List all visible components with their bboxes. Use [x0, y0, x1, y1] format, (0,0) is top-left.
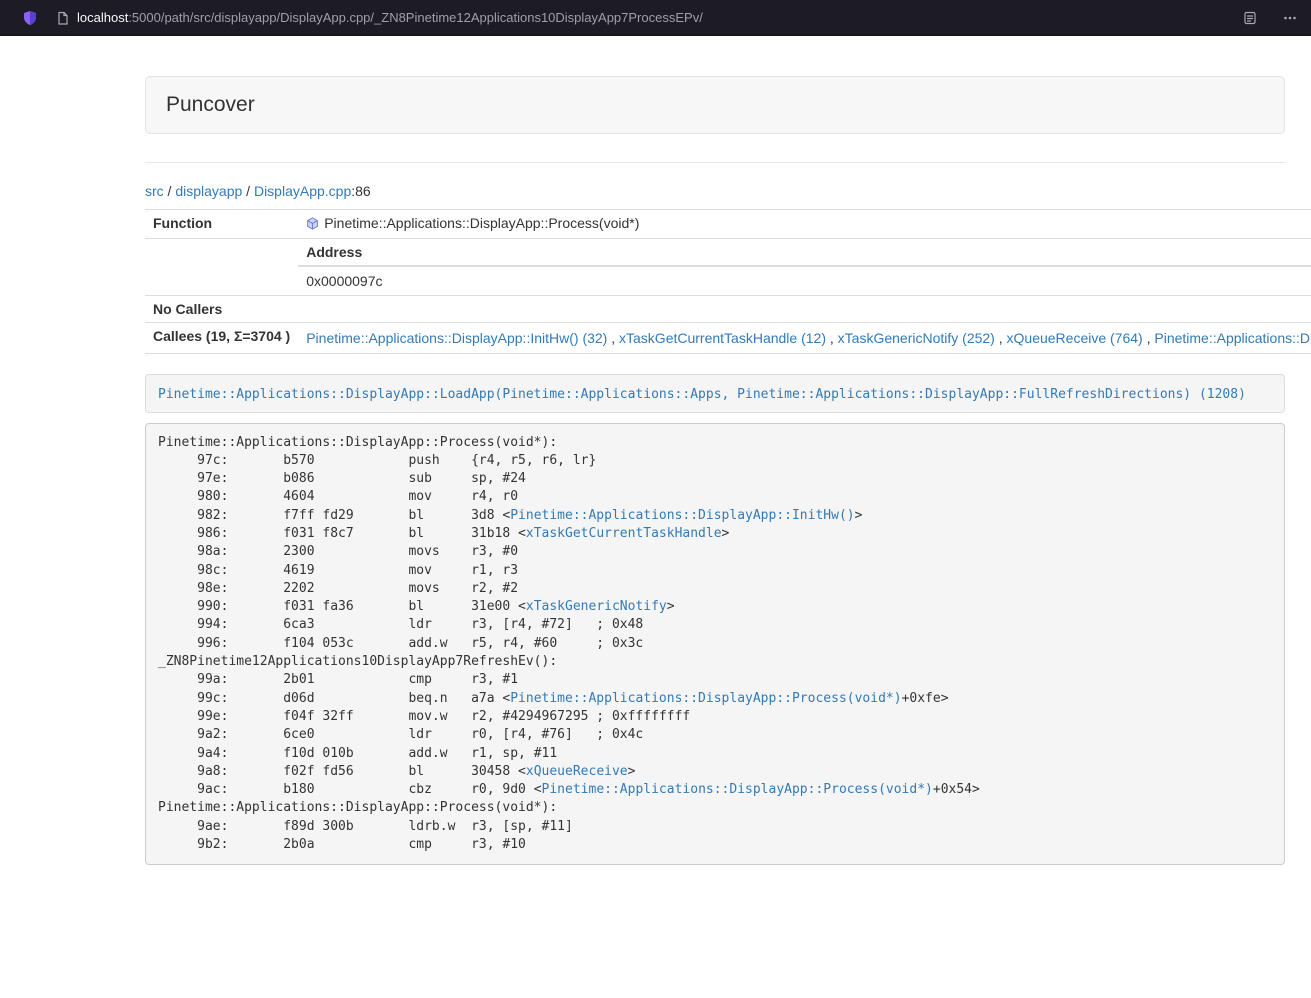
callee-link[interactable]: Pinetime::Applications::DisplayApp::Init…: [306, 330, 607, 346]
browser-toolbar: localhost:5000/path/src/displayapp/Displ…: [0, 0, 1311, 36]
assembly-symbol-link[interactable]: xQueueReceive: [526, 764, 628, 779]
detail-header-row: Address Remarks Stack Code Static: [298, 239, 1311, 266]
empty-label-cell: [145, 238, 298, 295]
function-name: Pinetime::Applications::DisplayApp::Proc…: [324, 215, 639, 231]
function-row: Function Pinetime::Applications::Display…: [145, 210, 1311, 239]
breadcrumb-link-displayapp[interactable]: displayapp: [175, 183, 242, 199]
callees-list: Pinetime::Applications::DisplayApp::Init…: [298, 322, 1311, 353]
address-value: 0x0000097c: [298, 266, 1311, 295]
callees-label: Callees (19, Σ=3704 ): [145, 322, 298, 353]
page-title: Puncover: [166, 93, 1264, 117]
breadcrumb-link-src[interactable]: src: [145, 183, 164, 199]
overflow-menu-icon[interactable]: [1283, 11, 1297, 25]
page-container: Puncover src / displayapp / DisplayApp.c…: [145, 76, 1285, 865]
callee-link[interactable]: xTaskGetCurrentTaskHandle (12): [619, 330, 826, 346]
reader-view-icon[interactable]: [1243, 11, 1257, 25]
url-text: localhost:5000/path/src/displayapp/Displ…: [77, 10, 703, 25]
assembly-symbol-link[interactable]: xTaskGetCurrentTaskHandle: [526, 526, 722, 541]
toolbar-actions: [1243, 11, 1301, 25]
callees-row: Callees (19, Σ=3704 ) Pinetime::Applicat…: [145, 322, 1311, 353]
callee-link[interactable]: xTaskGenericNotify (252): [838, 330, 995, 346]
breadcrumb-link-file[interactable]: DisplayApp.cpp: [254, 183, 351, 199]
assembly-symbol-link[interactable]: Pinetime::Applications::DisplayApp::Proc…: [542, 782, 933, 797]
function-row-label: Function: [145, 210, 298, 239]
symbol-panel-heading-link[interactable]: Pinetime::Applications::DisplayApp::Load…: [158, 387, 1246, 402]
callee-separator: ,: [826, 330, 838, 346]
callee-separator: ,: [1143, 330, 1155, 346]
no-callers-label: No Callers: [145, 295, 298, 322]
assembly-symbol-link[interactable]: Pinetime::Applications::DisplayApp::Proc…: [510, 691, 901, 706]
page-icon: [56, 11, 70, 25]
callee-link[interactable]: Pinetime::Applications::DisplayApp::Load…: [1154, 330, 1311, 346]
url-host: localhost: [77, 10, 128, 25]
breadcrumb-line-number: :86: [351, 183, 370, 199]
no-callers-row: No Callers: [145, 295, 1311, 322]
assembly-symbol-link[interactable]: xTaskGenericNotify: [526, 599, 667, 614]
symbol-panel: Pinetime::Applications::DisplayApp::Load…: [145, 374, 1285, 413]
callee-link[interactable]: xQueueReceive (764): [1007, 330, 1143, 346]
callee-separator: ,: [607, 330, 619, 346]
url-path: :5000/path/src/displayapp/DisplayApp.cpp…: [128, 10, 703, 25]
breadcrumb-separator: /: [242, 183, 254, 199]
callee-separator: ,: [995, 330, 1007, 346]
app-header: Puncover: [145, 76, 1285, 134]
detail-table: Address Remarks Stack Code Static 0x0000…: [298, 239, 1311, 295]
assembly-symbol-link[interactable]: Pinetime::Applications::DisplayApp::Init…: [510, 508, 854, 523]
divider: [145, 162, 1285, 163]
address-bar[interactable]: localhost:5000/path/src/displayapp/Displ…: [56, 10, 1227, 25]
assembly-code: Pinetime::Applications::DisplayApp::Proc…: [145, 423, 1285, 866]
function-icon: [306, 217, 319, 230]
shield-icon[interactable]: [22, 10, 38, 26]
breadcrumb-separator: /: [164, 183, 176, 199]
column-header-address: Address: [298, 239, 1311, 266]
detail-data-row: 0x0000097c 40 (static) 500: [298, 266, 1311, 295]
breadcrumb: src / displayapp / DisplayApp.cpp:86: [145, 183, 1285, 199]
detail-row: Address Remarks Stack Code Static 0x0000…: [145, 238, 1311, 295]
function-table: Function Pinetime::Applications::Display…: [145, 209, 1311, 354]
